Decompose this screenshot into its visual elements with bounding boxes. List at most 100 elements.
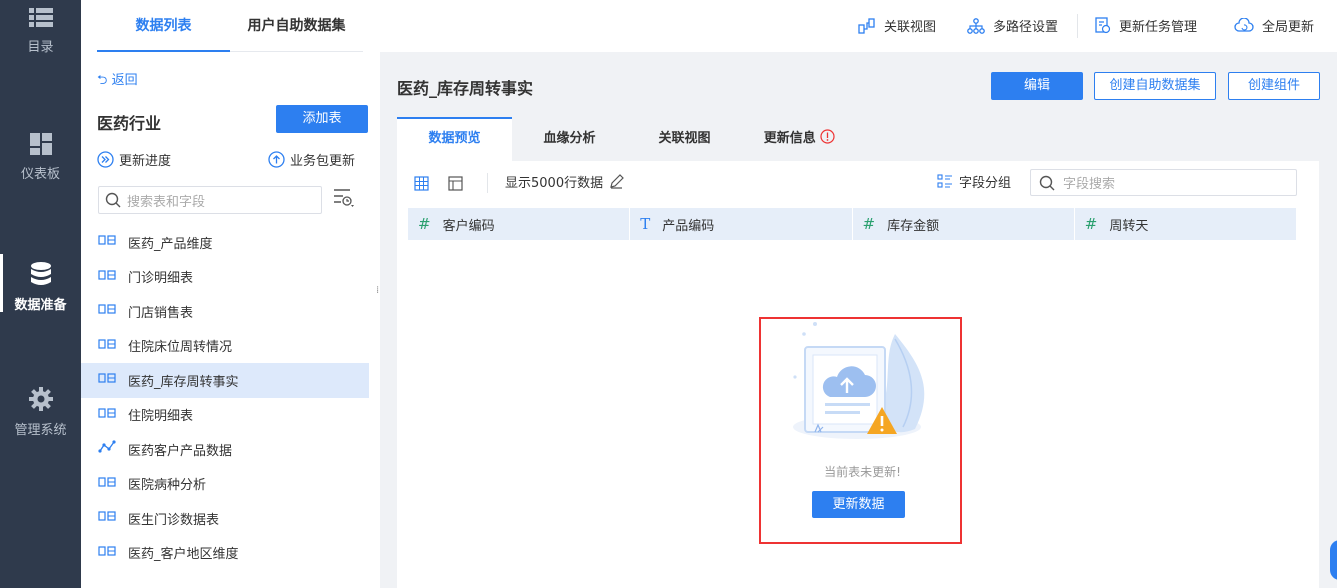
table-name: 医院病种分析 — [128, 478, 207, 494]
divider — [487, 173, 488, 193]
db-table-icon — [98, 407, 116, 423]
help-float-button[interactable] — [1330, 540, 1337, 580]
field-group-label: 字段分组 — [959, 176, 1012, 191]
edit-button[interactable]: 编辑 — [991, 72, 1083, 100]
update-progress-link[interactable]: 更新进度 — [97, 150, 171, 169]
left-panel-tabs: 数据列表 用户自助数据集 — [97, 0, 363, 52]
column-name: 周转天 — [1109, 218, 1149, 234]
number-type-icon: # — [418, 215, 431, 233]
dashboard-icon — [29, 133, 52, 155]
tab-data-preview[interactable]: 数据预览 — [397, 117, 512, 161]
filter-icon[interactable] — [333, 188, 357, 210]
package-update-link[interactable]: 业务包更新 — [268, 150, 355, 169]
table-list-item[interactable]: 住院明细表 — [81, 398, 369, 433]
rows-display-control[interactable]: 显示5000行数据 — [505, 172, 624, 191]
add-table-button[interactable]: 添加表 — [276, 105, 368, 133]
table-list-item[interactable]: 医生门诊数据表 — [81, 501, 369, 536]
grid-view-icon[interactable] — [414, 176, 429, 191]
divider — [1077, 14, 1078, 38]
update-task-button[interactable]: 更新任务管理 — [1095, 16, 1197, 35]
tab-data-list[interactable]: 数据列表 — [97, 0, 230, 52]
table-name: 门店销售表 — [128, 305, 194, 321]
text-type-icon: T — [640, 215, 651, 233]
relation-view-button[interactable]: 关联视图 — [858, 16, 936, 35]
table-name: 医药_产品维度 — [128, 236, 213, 252]
rail-item-catalog[interactable]: 目录 — [0, 8, 81, 55]
detail-tabs: 数据预览 血缘分析 关联视图 更新信息 — [397, 117, 1319, 161]
number-type-icon: # — [862, 215, 876, 233]
table-name: 医药_客户地区维度 — [128, 547, 239, 563]
db-table-icon — [98, 510, 116, 526]
db-table-icon — [98, 269, 116, 285]
update-data-button[interactable]: 更新数据 — [812, 491, 905, 518]
search-placeholder: 搜索表和字段 — [127, 194, 206, 210]
table-list-item[interactable]: 住院床位周转情况 — [81, 329, 369, 364]
rail-label: 目录 — [27, 40, 54, 55]
update-progress-label: 更新进度 — [119, 154, 172, 169]
progress-icon — [97, 151, 114, 168]
tab-update-info[interactable]: 更新信息 — [742, 117, 857, 161]
top-action-label: 全局更新 — [1262, 20, 1315, 35]
table-search-input[interactable]: 搜索表和字段 — [98, 186, 322, 214]
tab-lineage[interactable]: 血缘分析 — [512, 117, 627, 161]
search-icon — [1039, 175, 1055, 190]
pencil-icon — [610, 174, 624, 189]
db-table-icon — [98, 338, 116, 354]
table-name: 医生门诊数据表 — [128, 512, 220, 528]
table-list-item[interactable]: 医药客户产品数据 — [81, 432, 369, 467]
table-list-item[interactable]: 门店销售表 — [81, 294, 369, 329]
layout-view-icon[interactable] — [448, 176, 463, 191]
table-list-item[interactable]: 医药_产品维度 — [81, 225, 369, 260]
db-table-icon — [98, 372, 116, 388]
table-name: 医药_库存周转事实 — [128, 374, 239, 390]
left-nav-rail: 目录 仪表板 数据准备 管理系统 — [0, 0, 81, 588]
rail-item-dashboard[interactable]: 仪表板 — [0, 133, 81, 182]
rows-label: 显示5000行数据 — [505, 176, 604, 191]
column-header[interactable]: # 客户编码 — [408, 208, 631, 240]
table-name: 门诊明细表 — [128, 271, 194, 287]
rail-item-admin[interactable]: 管理系统 — [0, 387, 81, 438]
rail-item-data-prep[interactable]: 数据准备 — [0, 254, 81, 313]
back-link[interactable]: ⮌ 返回 — [97, 69, 138, 93]
column-name: 客户编码 — [442, 218, 495, 234]
table-list-item[interactable]: 医院病种分析 — [81, 467, 369, 502]
tab-self-service-dataset[interactable]: 用户自助数据集 — [230, 0, 363, 52]
back-label: 返回 — [111, 73, 138, 88]
global-update-button[interactable]: 全局更新 — [1234, 16, 1314, 35]
column-name: 库存金额 — [887, 218, 940, 234]
empty-message: 当前表未更新! — [824, 465, 901, 479]
business-package-title: 医药行业 — [97, 114, 162, 133]
column-header[interactable]: T 产品编码 — [630, 208, 853, 240]
table-list-item[interactable]: 医药_库存周转事实 — [81, 363, 369, 398]
database-icon — [30, 262, 51, 285]
table-list: 医药_产品维度 门诊明细表门店销售表住院床位周转情况医药_库存周转事实住院明细表医… — [81, 225, 369, 570]
field-search-placeholder: 字段搜索 — [1063, 177, 1116, 192]
rail-label: 管理系统 — [14, 423, 67, 438]
create-dataset-button[interactable]: 创建自助数据集 — [1094, 72, 1216, 100]
gear-icon — [28, 387, 53, 411]
column-header[interactable]: # 库存金额 — [853, 208, 1075, 240]
back-arrow-icon: ⮌ — [97, 73, 108, 88]
empty-state: 当前表未更新! 更新数据 — [759, 317, 962, 544]
db-table-icon — [98, 303, 116, 319]
db-table-icon — [98, 234, 116, 250]
column-header[interactable]: # 周转天 — [1075, 208, 1297, 240]
create-component-button[interactable]: 创建组件 — [1228, 72, 1320, 100]
column-name: 产品编码 — [662, 218, 715, 234]
number-type-icon: # — [1084, 215, 1098, 233]
field-group-button[interactable]: 字段分组 — [937, 172, 1011, 191]
table-list-item[interactable]: 门诊明细表 — [81, 260, 369, 295]
cloud-refresh-icon — [1234, 17, 1254, 32]
tab-relation-view[interactable]: 关联视图 — [627, 117, 742, 161]
table-name: 医药客户产品数据 — [128, 443, 233, 459]
db-table-icon — [98, 476, 116, 492]
warning-circle-icon — [820, 129, 835, 144]
top-action-label: 关联视图 — [884, 20, 937, 35]
table-header: # 客户编码 T 产品编码 # 库存金额 # 周转天 — [408, 208, 1297, 240]
table-list-panel: 数据列表 用户自助数据集 ⮌ 返回 医药行业 添加表 更新进度 业务包更新 搜索… — [81, 0, 380, 588]
table-list-item[interactable]: 医药_客户地区维度 — [81, 536, 369, 571]
page-title: 医药_库存周转事实 — [397, 79, 534, 98]
field-search-input[interactable]: 字段搜索 — [1030, 169, 1297, 196]
rail-label: 数据准备 — [14, 298, 67, 313]
multi-path-button[interactable]: 多路径设置 — [967, 16, 1058, 35]
